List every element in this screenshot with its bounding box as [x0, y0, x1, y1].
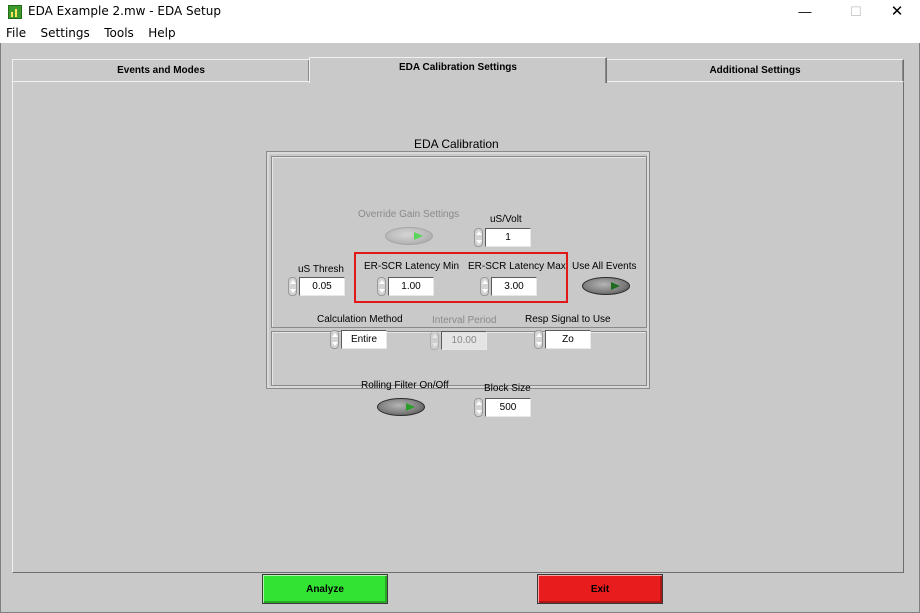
us-thresh-spinner[interactable]	[288, 277, 297, 296]
tab-eda-calibration-settings[interactable]: EDA Calibration Settings	[309, 57, 607, 83]
resp-signal-control: Zo	[534, 330, 592, 349]
close-button[interactable]: ✕	[874, 0, 920, 24]
latency-min-control: 1.00	[377, 277, 435, 296]
minimize-button[interactable]: —	[782, 0, 828, 24]
interval-period-input[interactable]: 10.00	[441, 331, 487, 350]
latency-max-control: 3.00	[480, 277, 538, 296]
calc-method-control: Entire	[330, 330, 388, 349]
menu-help[interactable]: Help	[143, 24, 180, 40]
override-gain-label: Override Gain Settings	[358, 209, 460, 220]
us-volt-label: uS/Volt	[490, 214, 522, 225]
latency-min-label: ER-SCR Latency Min	[364, 261, 460, 272]
resp-signal-label: Resp Signal to Use	[525, 314, 611, 325]
latency-min-spinner[interactable]	[377, 277, 386, 296]
menu-bar: File Settings Tools Help	[0, 24, 920, 43]
menu-settings[interactable]: Settings	[36, 24, 95, 40]
block-size-label: Block Size	[484, 383, 531, 394]
rolling-filter-label: Rolling Filter On/Off	[361, 380, 449, 391]
analyze-button[interactable]: Analyze	[262, 574, 388, 604]
maximize-button[interactable]: ☐	[833, 0, 879, 24]
resp-signal-spinner[interactable]	[534, 330, 543, 349]
calc-method-spinner[interactable]	[330, 330, 339, 349]
block-size-spinner[interactable]	[474, 398, 483, 417]
menu-tools[interactable]: Tools	[99, 24, 139, 40]
latency-max-spinner[interactable]	[480, 277, 489, 296]
override-gain-toggle[interactable]	[385, 227, 433, 245]
latency-max-input[interactable]: 3.00	[491, 277, 537, 296]
use-all-events-label: Use All Events	[572, 261, 637, 272]
app-icon	[8, 5, 22, 19]
block-size-input[interactable]: 500	[485, 398, 531, 417]
calc-method-input[interactable]: Entire	[341, 330, 387, 349]
interval-period-label: Interval Period	[432, 315, 497, 326]
us-thresh-label: uS Thresh	[298, 264, 344, 275]
interval-period-spinner[interactable]	[430, 331, 439, 350]
resp-signal-input[interactable]: Zo	[545, 330, 591, 349]
us-volt-input[interactable]: 1	[485, 228, 531, 247]
latency-min-input[interactable]: 1.00	[388, 277, 434, 296]
us-thresh-control: 0.05	[288, 277, 346, 296]
tab-events-and-modes[interactable]: Events and Modes	[12, 59, 310, 81]
block-size-control: 500	[474, 398, 532, 417]
title-bar: EDA Example 2.mw - EDA Setup — ☐ ✕	[0, 0, 920, 24]
interval-period-control: 10.00	[430, 331, 488, 350]
use-all-events-toggle[interactable]	[582, 277, 630, 295]
tab-additional-settings[interactable]: Additional Settings	[606, 59, 904, 81]
latency-max-label: ER-SCR Latency Max	[468, 261, 566, 272]
menu-file[interactable]: File	[0, 24, 31, 40]
us-volt-spinner[interactable]	[474, 228, 483, 247]
eda-calibration-title: EDA Calibration	[414, 137, 499, 151]
us-thresh-input[interactable]: 0.05	[299, 277, 345, 296]
us-volt-control: 1	[474, 228, 532, 247]
exit-button[interactable]: Exit	[537, 574, 663, 604]
calc-method-label: Calculation Method	[317, 314, 403, 325]
window-title: EDA Example 2.mw - EDA Setup	[28, 4, 221, 18]
rolling-filter-toggle[interactable]	[377, 398, 425, 416]
